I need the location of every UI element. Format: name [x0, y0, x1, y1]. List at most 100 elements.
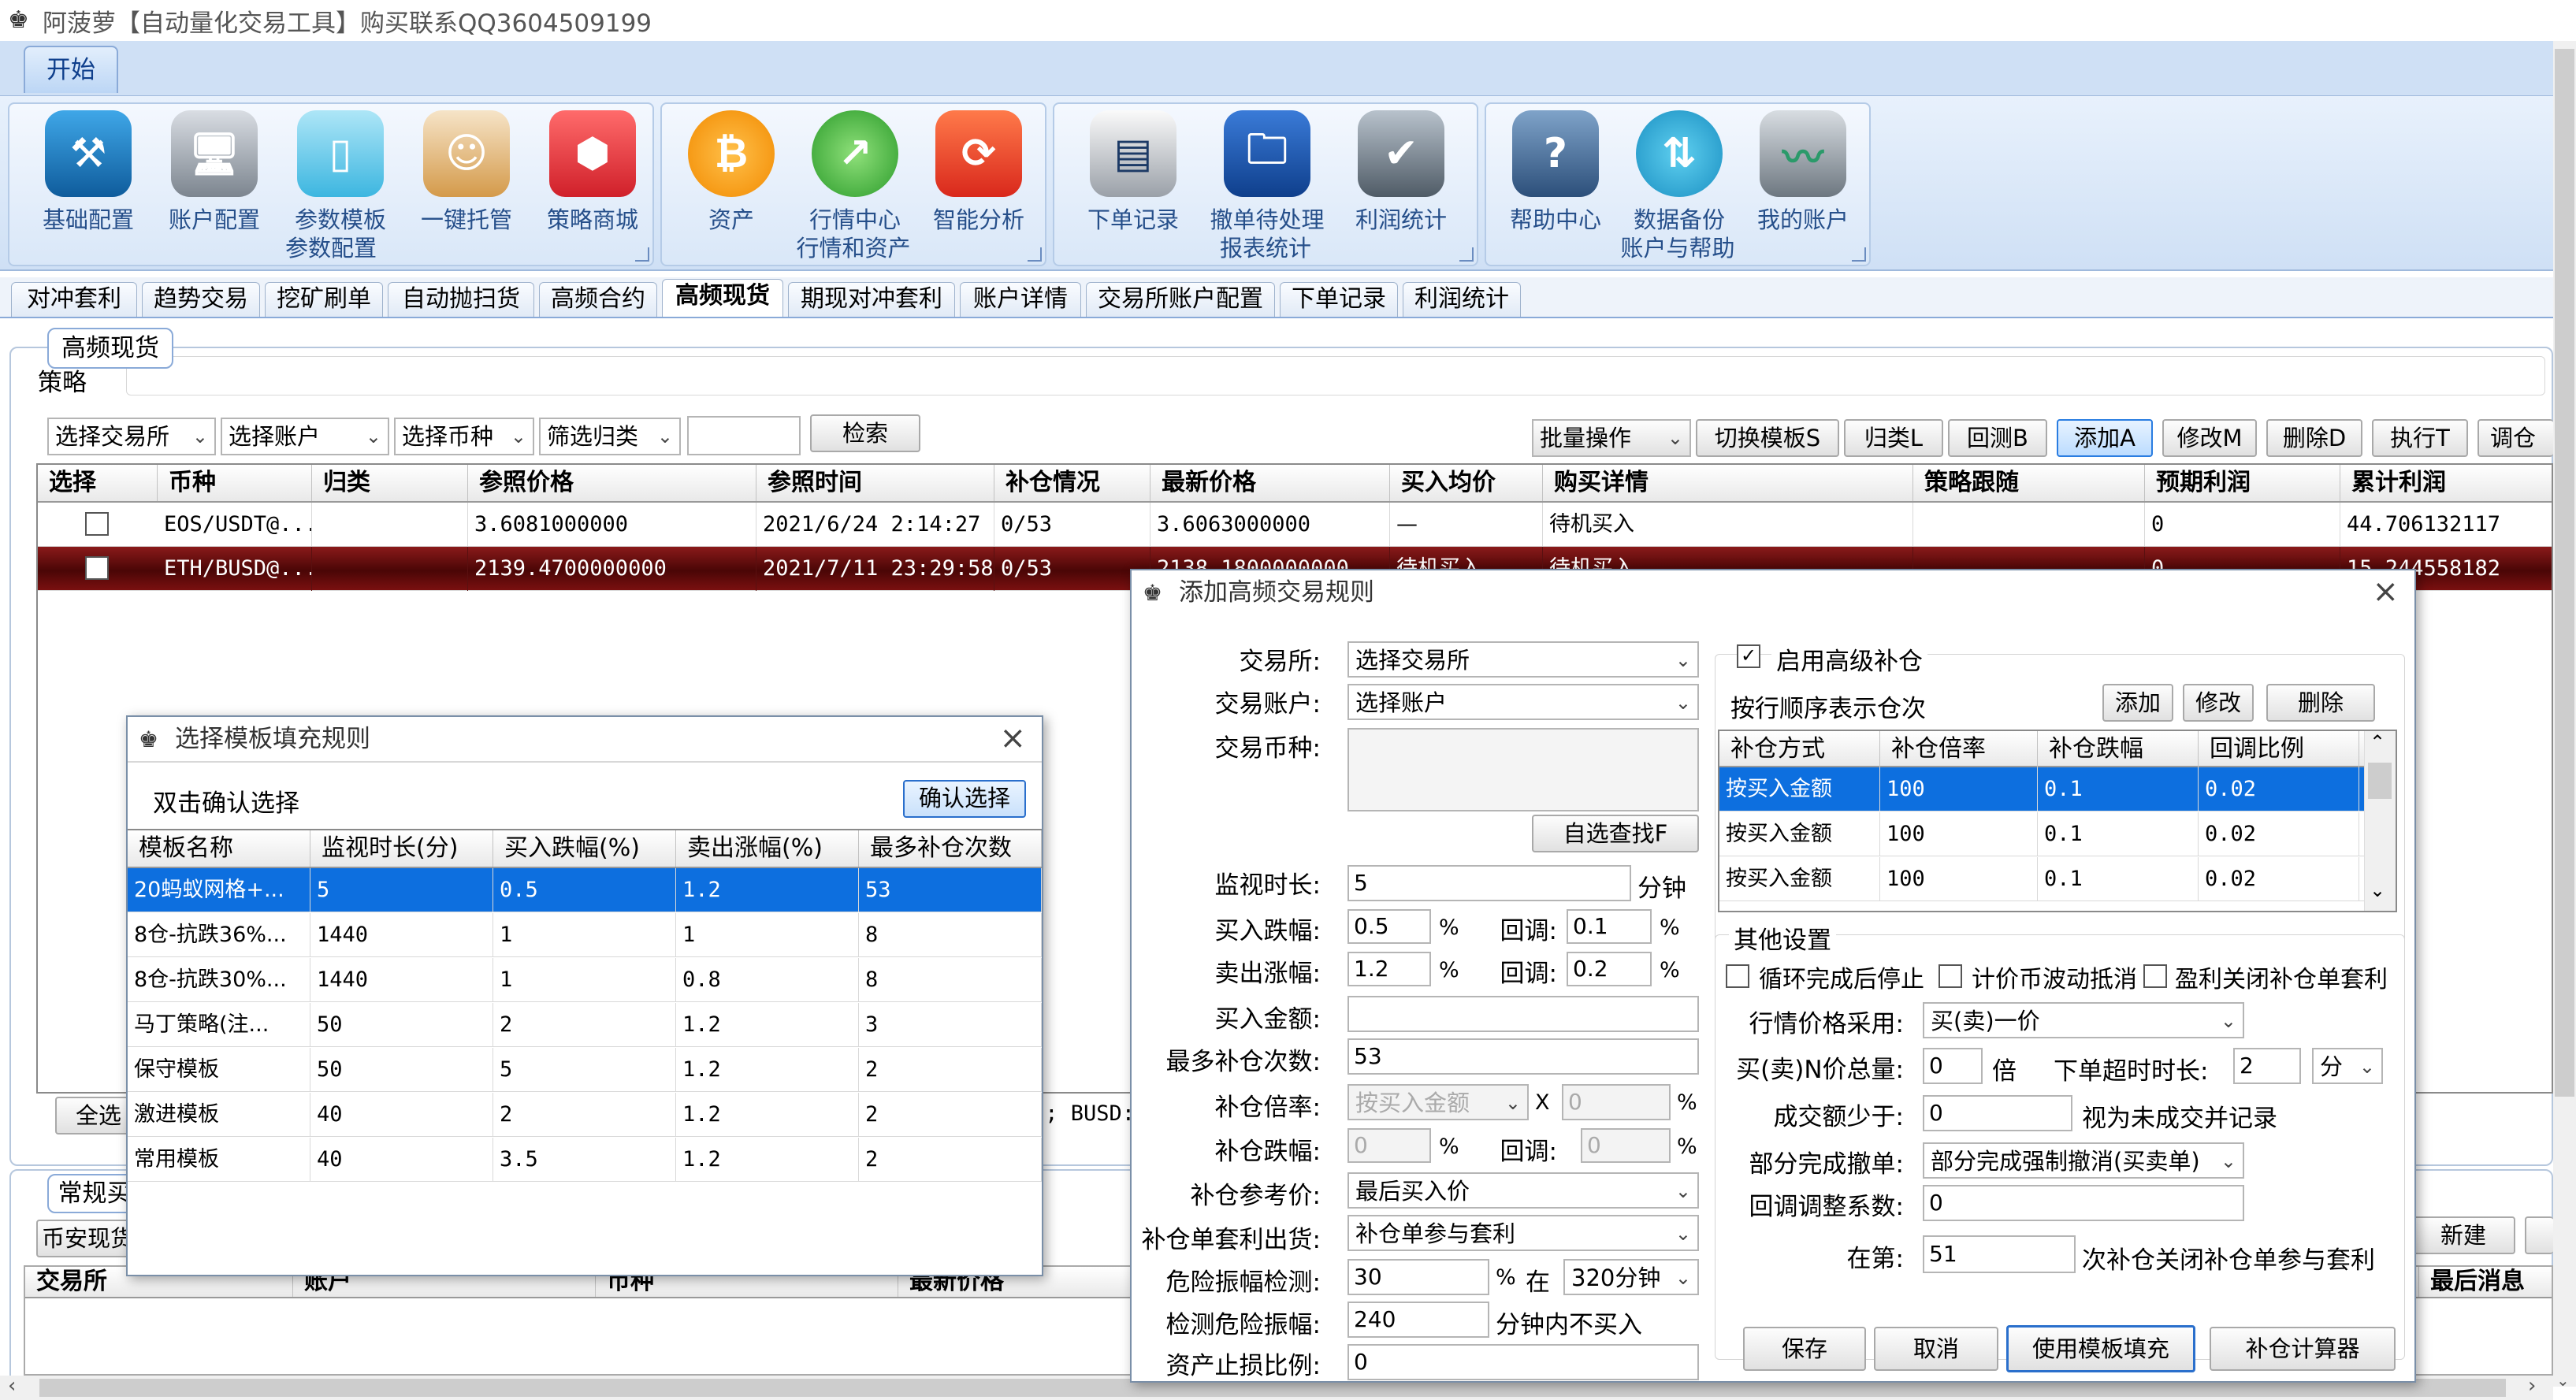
strategy-store-button[interactable]: ⬢ 策略商城 — [530, 107, 656, 241]
my-account-button[interactable]: 〰 我的账户 — [1740, 107, 1866, 241]
fill-delete-button[interactable]: 删除 — [2266, 684, 2375, 722]
basic-config-button[interactable]: ⚒ 基础配置 — [25, 107, 151, 241]
tab-hedge[interactable]: 对冲套利 — [11, 282, 137, 317]
stoploss-input[interactable]: 0 — [1347, 1344, 1699, 1380]
advanced-fill-checkbox[interactable]: ✓ — [1737, 644, 1760, 668]
tab-hf-spot[interactable]: 高频现货 — [662, 279, 783, 317]
delete-button[interactable]: 删除D — [2266, 419, 2362, 457]
row-checkbox[interactable] — [85, 556, 109, 580]
min-deal-input[interactable]: 0 — [1923, 1095, 2072, 1131]
category-filter-select[interactable]: 筛选归类 ⌄ — [539, 418, 681, 455]
categorize-button[interactable]: 归类L — [1844, 419, 1943, 457]
detect-input[interactable]: 240 — [1347, 1302, 1489, 1338]
row-checkbox[interactable] — [85, 512, 109, 536]
partial-select[interactable]: 部分完成强制撤消(买卖单) ⌄ — [1923, 1142, 2244, 1179]
account-filter-select[interactable]: 选择账户 ⌄ — [221, 418, 389, 455]
execute-button[interactable]: 执行T — [2372, 419, 2468, 457]
buy-drop-input[interactable]: 0.5 — [1347, 909, 1431, 944]
fill-rate-mode-select[interactable]: 按买入金额 ⌄ — [1347, 1084, 1529, 1120]
add-button[interactable]: 添加A — [2057, 419, 2153, 457]
group-launcher-icon[interactable] — [1852, 247, 1866, 262]
loop-stop-checkbox[interactable] — [1726, 964, 1749, 988]
price-offset-checkbox[interactable] — [1939, 964, 1962, 988]
ribbon-tab-start[interactable]: 开始 — [24, 46, 118, 93]
more-button[interactable] — [2525, 1216, 2553, 1254]
help-center-button[interactable]: ? 帮助中心 — [1492, 107, 1619, 241]
scroll-thumb[interactable] — [2368, 763, 2392, 799]
pick-coin-button[interactable]: 自选查找F — [1532, 815, 1699, 852]
buy-amount-input[interactable] — [1347, 996, 1699, 1032]
coef-input[interactable]: 0 — [1923, 1185, 2244, 1221]
monitor-input[interactable]: 5 — [1347, 865, 1631, 901]
group-launcher-icon[interactable] — [635, 247, 649, 262]
tab-trend[interactable]: 趋势交易 — [142, 282, 260, 317]
tab-auto-sweep[interactable]: 自动抛扫货 — [388, 282, 534, 317]
template-row[interactable]: 8仓-抗跌30%... 1440 1 0.8 8 — [128, 958, 1042, 1002]
template-row[interactable]: 8仓-抗跌36%... 1440 1 1 8 — [128, 913, 1042, 957]
modify-button[interactable]: 修改M — [2162, 419, 2257, 457]
fill-arb-select[interactable]: 补仓单参与套利 ⌄ — [1347, 1215, 1699, 1251]
scroll-left-icon[interactable]: ‹ — [8, 1374, 16, 1398]
template-row[interactable]: 保守模板 50 5 1.2 2 — [128, 1048, 1042, 1092]
fill-drop-input[interactable]: 0 — [1347, 1128, 1431, 1163]
scroll-down-icon[interactable]: ⌄ — [2370, 879, 2385, 901]
save-button[interactable]: 保存 — [1743, 1327, 1866, 1371]
coin-list[interactable] — [1347, 728, 1699, 811]
vertical-scrollbar[interactable]: ⌄ — [2553, 41, 2576, 1390]
scroll-thumb[interactable] — [2555, 49, 2574, 1097]
tab-order-records[interactable]: 下单记录 — [1280, 282, 1398, 317]
tab-profit-stats[interactable]: 利润统计 — [1403, 282, 1521, 317]
scroll-down-icon[interactable]: ⌄ — [2556, 1371, 2570, 1390]
fill-grid-scrollbar[interactable]: ⌃ ⌄ — [2364, 731, 2396, 911]
fill-row[interactable]: 按买入金额 100 0.1 0.02 — [1719, 857, 2364, 901]
search-button[interactable]: 检索 — [810, 414, 920, 452]
total-input[interactable]: 0 — [1923, 1048, 1983, 1084]
template-row[interactable]: 激进模板 40 2 1.2 2 — [128, 1093, 1042, 1137]
buy-rebound-input[interactable]: 0.1 — [1567, 909, 1652, 944]
account-select[interactable]: 选择账户 ⌄ — [1347, 684, 1699, 720]
backtest-button[interactable]: 回测B — [1948, 419, 2047, 457]
account-config-button[interactable]: 🖥 账户配置 — [151, 107, 277, 241]
scroll-right-icon[interactable]: › — [2528, 1374, 2536, 1398]
fill-rebound-input[interactable]: 0 — [1581, 1128, 1671, 1163]
fill-ref-select[interactable]: 最后买入价 ⌄ — [1347, 1172, 1699, 1209]
exchange-filter-select[interactable]: 选择交易所 ⌄ — [47, 418, 216, 455]
profit-close-checkbox[interactable] — [2143, 964, 2167, 988]
batch-operation-select[interactable]: 批量操作 ⌄ — [1532, 419, 1691, 457]
tab-mining[interactable]: 挖矿刷单 — [265, 282, 383, 317]
sell-rise-input[interactable]: 1.2 — [1347, 952, 1431, 986]
one-click-host-button[interactable]: ☺ 一键托管 — [403, 107, 530, 241]
param-template-button[interactable]: ▯ 参数模板 — [277, 107, 403, 241]
tab-exchange-accounts[interactable]: 交易所账户配置 — [1086, 282, 1275, 317]
danger-input[interactable]: 30 — [1347, 1259, 1489, 1295]
coin-filter-select[interactable]: 选择币种 ⌄ — [394, 418, 534, 455]
fill-add-button[interactable]: 添加 — [2102, 684, 2173, 722]
cancel-button[interactable]: 取消 — [1874, 1327, 1998, 1371]
adjust-button[interactable]: 调仓 — [2477, 419, 2553, 457]
sell-rebound-input[interactable]: 0.2 — [1567, 952, 1652, 986]
danger-period-select[interactable]: 320分钟 ⌄ — [1563, 1259, 1699, 1295]
tab-futures-spot-hedge[interactable]: 期现对冲套利 — [788, 282, 955, 317]
fill-row[interactable]: 按买入金额 100 0.1 0.02 — [1719, 812, 2364, 856]
binance-spot-button[interactable]: 币安现货 — [36, 1220, 139, 1257]
template-row[interactable]: 常用模板 40 3.5 1.2 2 — [128, 1138, 1042, 1182]
fill-rate-input[interactable]: 0 — [1562, 1084, 1671, 1120]
tab-hf-contract[interactable]: 高频合约 — [539, 282, 657, 317]
scroll-up-icon[interactable]: ⌃ — [2370, 731, 2385, 753]
cancel-pending-button[interactable]: 🗀 撤单待处理 — [1204, 107, 1330, 241]
assets-button[interactable]: ₿ 资产 — [668, 107, 794, 241]
timeout-unit-select[interactable]: 分 ⌄ — [2312, 1048, 2383, 1084]
max-fill-input[interactable]: 53 — [1347, 1038, 1699, 1075]
exchange-select[interactable]: 选择交易所 ⌄ — [1347, 641, 1699, 678]
fill-row[interactable]: 按买入金额 100 0.1 0.02 — [1719, 767, 2364, 811]
timeout-input[interactable]: 2 — [2233, 1048, 2301, 1084]
new-button[interactable]: 新建 — [2411, 1216, 2515, 1254]
group-launcher-icon[interactable] — [1028, 247, 1042, 262]
close-icon[interactable]: × — [999, 720, 1026, 756]
data-backup-button[interactable]: ⇅ 数据备份 — [1616, 107, 1742, 241]
search-input[interactable] — [687, 416, 801, 455]
switch-template-button[interactable]: 切换模板S — [1696, 419, 1839, 457]
use-template-button[interactable]: 使用模板填充 — [2006, 1325, 2195, 1372]
close-icon[interactable]: × — [2372, 574, 2399, 610]
price-use-select[interactable]: 买(卖)一价 ⌄ — [1923, 1002, 2244, 1038]
